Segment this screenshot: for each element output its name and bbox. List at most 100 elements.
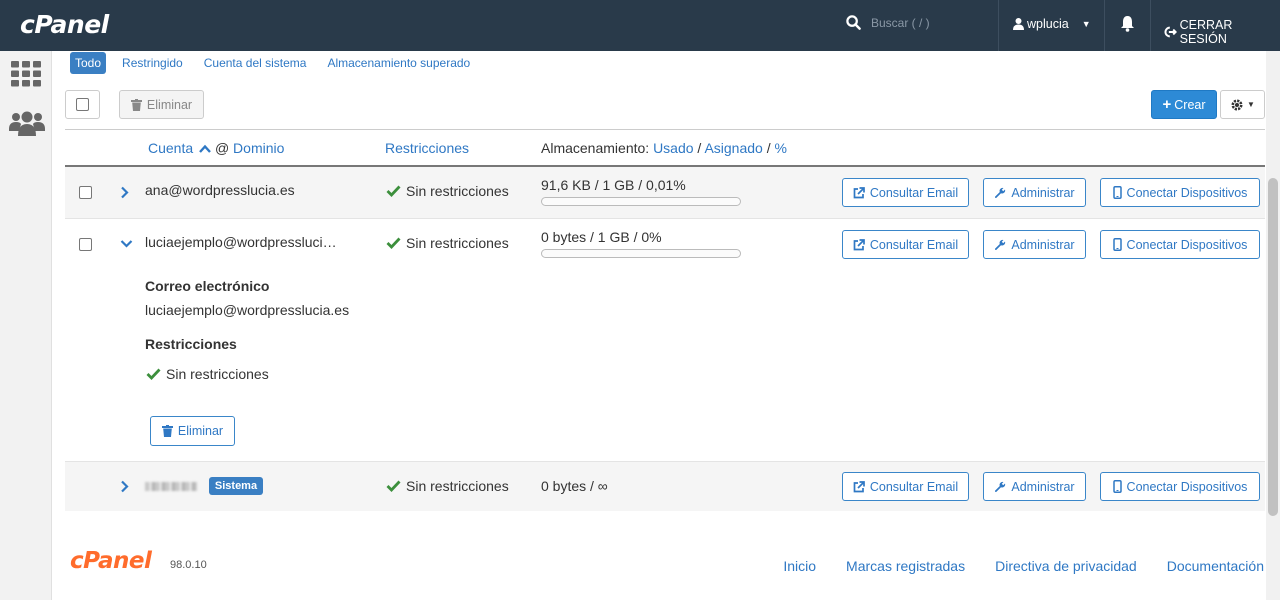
trash-icon xyxy=(161,425,173,437)
top-navigation-bar: cPanel Buscar ( / ) wplucia ▼ CERRAR SES… xyxy=(0,0,1280,51)
trash-icon xyxy=(130,98,142,111)
sort-assigned[interactable]: Asignado xyxy=(704,140,762,156)
mobile-icon xyxy=(1112,480,1122,493)
external-link-icon xyxy=(853,186,865,198)
system-badge: Sistema xyxy=(208,477,264,496)
create-label: Crear xyxy=(1174,97,1206,112)
external-link-icon xyxy=(853,238,865,250)
create-button[interactable]: + Crear xyxy=(1151,90,1217,119)
bulk-delete-label: Eliminar xyxy=(146,97,193,112)
sort-percent[interactable]: % xyxy=(775,140,787,156)
username: wplucia xyxy=(1027,17,1069,31)
user-icon xyxy=(1013,18,1024,30)
divider xyxy=(1150,0,1151,51)
sort-used[interactable]: Usado xyxy=(653,140,693,156)
table-row: ana@wordpresslucia.es Sin restricciones … xyxy=(65,167,1265,218)
mobile-icon xyxy=(1112,186,1122,199)
checkmark-icon xyxy=(386,480,401,492)
checkmark-icon xyxy=(386,237,401,249)
header-storage: Almacenamiento: Usado / Asignado / % xyxy=(541,140,787,156)
divider xyxy=(998,0,999,51)
gear-icon xyxy=(1231,99,1243,110)
main-content: Todo Restringido Cuenta del sistema Alma… xyxy=(52,51,1280,600)
logout-label: CERRAR SESIÓN xyxy=(1179,18,1233,46)
at-sign: @ xyxy=(214,140,230,156)
logout-icon xyxy=(1164,26,1177,38)
search-box[interactable]: Buscar ( / ) xyxy=(846,15,930,30)
connect-devices-button[interactable]: Conectar Dispositivos xyxy=(1100,230,1260,259)
checkbox[interactable] xyxy=(76,98,89,111)
plus-icon: + xyxy=(1162,96,1172,113)
bulk-delete-button[interactable]: Eliminar xyxy=(119,90,204,119)
header-domain[interactable]: Dominio xyxy=(233,140,284,156)
search-icon xyxy=(846,15,861,30)
footer-cpanel-logo[interactable]: cPanel xyxy=(70,548,152,574)
table-row-expanded: luciaejemplo@wordpressluci… Sin restricc… xyxy=(65,218,1265,461)
wrench-icon xyxy=(995,239,1006,250)
separator: / xyxy=(766,140,771,156)
cpanel-logo[interactable]: cPanel xyxy=(20,10,109,39)
detail-restrictions-label: Restricciones xyxy=(145,336,237,352)
check-email-button[interactable]: Consultar Email xyxy=(842,178,969,207)
system-account: Sistema xyxy=(145,477,264,496)
scrollbar-thumb[interactable] xyxy=(1268,178,1278,516)
footer-links: Inicio Marcas registradas Directiva de p… xyxy=(783,558,1264,574)
storage-usage: 0 bytes / 1 GB / 0% xyxy=(541,229,662,245)
filter-system-account[interactable]: Cuenta del sistema xyxy=(199,52,312,74)
user-menu[interactable]: wplucia ▼ xyxy=(1013,17,1091,31)
detail-restrictions-value: Sin restricciones xyxy=(146,366,269,382)
bell-icon xyxy=(1121,16,1134,32)
row-checkbox[interactable] xyxy=(79,186,92,199)
redacted-username xyxy=(145,481,197,491)
footer-link-documentation[interactable]: Documentación xyxy=(1167,558,1264,574)
connect-devices-button[interactable]: Conectar Dispositivos xyxy=(1100,178,1260,207)
connect-devices-button[interactable]: Conectar Dispositivos xyxy=(1100,472,1260,501)
storage-usage: 0 bytes / ∞ xyxy=(541,478,608,494)
chevron-down-icon[interactable] xyxy=(120,239,133,248)
header-account[interactable]: Cuenta @ Dominio xyxy=(148,140,284,156)
wrench-icon xyxy=(995,187,1006,198)
footer-link-privacy[interactable]: Directiva de privacidad xyxy=(995,558,1137,574)
logout-button[interactable]: CERRAR SESIÓN xyxy=(1164,18,1280,46)
header-restrictions[interactable]: Restricciones xyxy=(385,140,469,156)
delete-account-button[interactable]: Eliminar xyxy=(150,416,235,446)
filter-tabs: Todo Restringido Cuenta del sistema Alma… xyxy=(70,52,486,74)
chevron-down-icon: ▼ xyxy=(1247,100,1255,109)
check-email-button[interactable]: Consultar Email xyxy=(842,230,969,259)
notifications-button[interactable] xyxy=(1120,15,1135,37)
checkmark-icon xyxy=(146,368,161,380)
version-number: 98.0.10 xyxy=(170,559,207,571)
check-email-button[interactable]: Consultar Email xyxy=(842,472,969,501)
detail-email-value: luciaejemplo@wordpresslucia.es xyxy=(145,302,350,318)
manage-button[interactable]: Administrar xyxy=(983,230,1086,259)
select-all-checkbox[interactable] xyxy=(65,90,100,119)
manage-button[interactable]: Administrar xyxy=(983,178,1086,207)
footer-link-home[interactable]: Inicio xyxy=(783,558,816,574)
row-checkbox[interactable] xyxy=(79,238,92,251)
divider xyxy=(1104,0,1105,51)
chevron-right-icon[interactable] xyxy=(120,186,129,199)
external-link-icon xyxy=(853,480,865,492)
filter-storage-exceeded[interactable]: Almacenamiento superado xyxy=(322,52,475,74)
apps-grid-icon[interactable] xyxy=(11,61,41,92)
filter-restricted[interactable]: Restringido xyxy=(117,52,188,74)
restriction-status: Sin restricciones xyxy=(386,183,509,199)
users-icon[interactable] xyxy=(9,111,45,142)
left-sidebar xyxy=(0,51,52,600)
storage-usage: 91,6 KB / 1 GB / 0,01% xyxy=(541,177,686,193)
restriction-status: Sin restricciones xyxy=(386,478,509,494)
detail-email-label: Correo electrónico xyxy=(145,278,270,294)
footer-link-trademarks[interactable]: Marcas registradas xyxy=(846,558,965,574)
manage-button[interactable]: Administrar xyxy=(983,472,1086,501)
account-email: ana@wordpresslucia.es xyxy=(145,182,295,198)
sort-ascending-icon xyxy=(199,144,211,153)
filter-all[interactable]: Todo xyxy=(70,52,107,74)
separator: / xyxy=(697,140,702,156)
chevron-right-icon[interactable] xyxy=(120,480,129,493)
account-email: luciaejemplo@wordpressluci… xyxy=(145,234,337,250)
checkmark-icon xyxy=(386,185,401,197)
search-placeholder[interactable]: Buscar ( / ) xyxy=(871,16,930,30)
settings-dropdown-button[interactable]: ▼ xyxy=(1220,90,1265,119)
storage-progress-bar xyxy=(541,197,741,206)
table-row: Sistema Sin restricciones 0 bytes / ∞ Co… xyxy=(65,461,1265,511)
